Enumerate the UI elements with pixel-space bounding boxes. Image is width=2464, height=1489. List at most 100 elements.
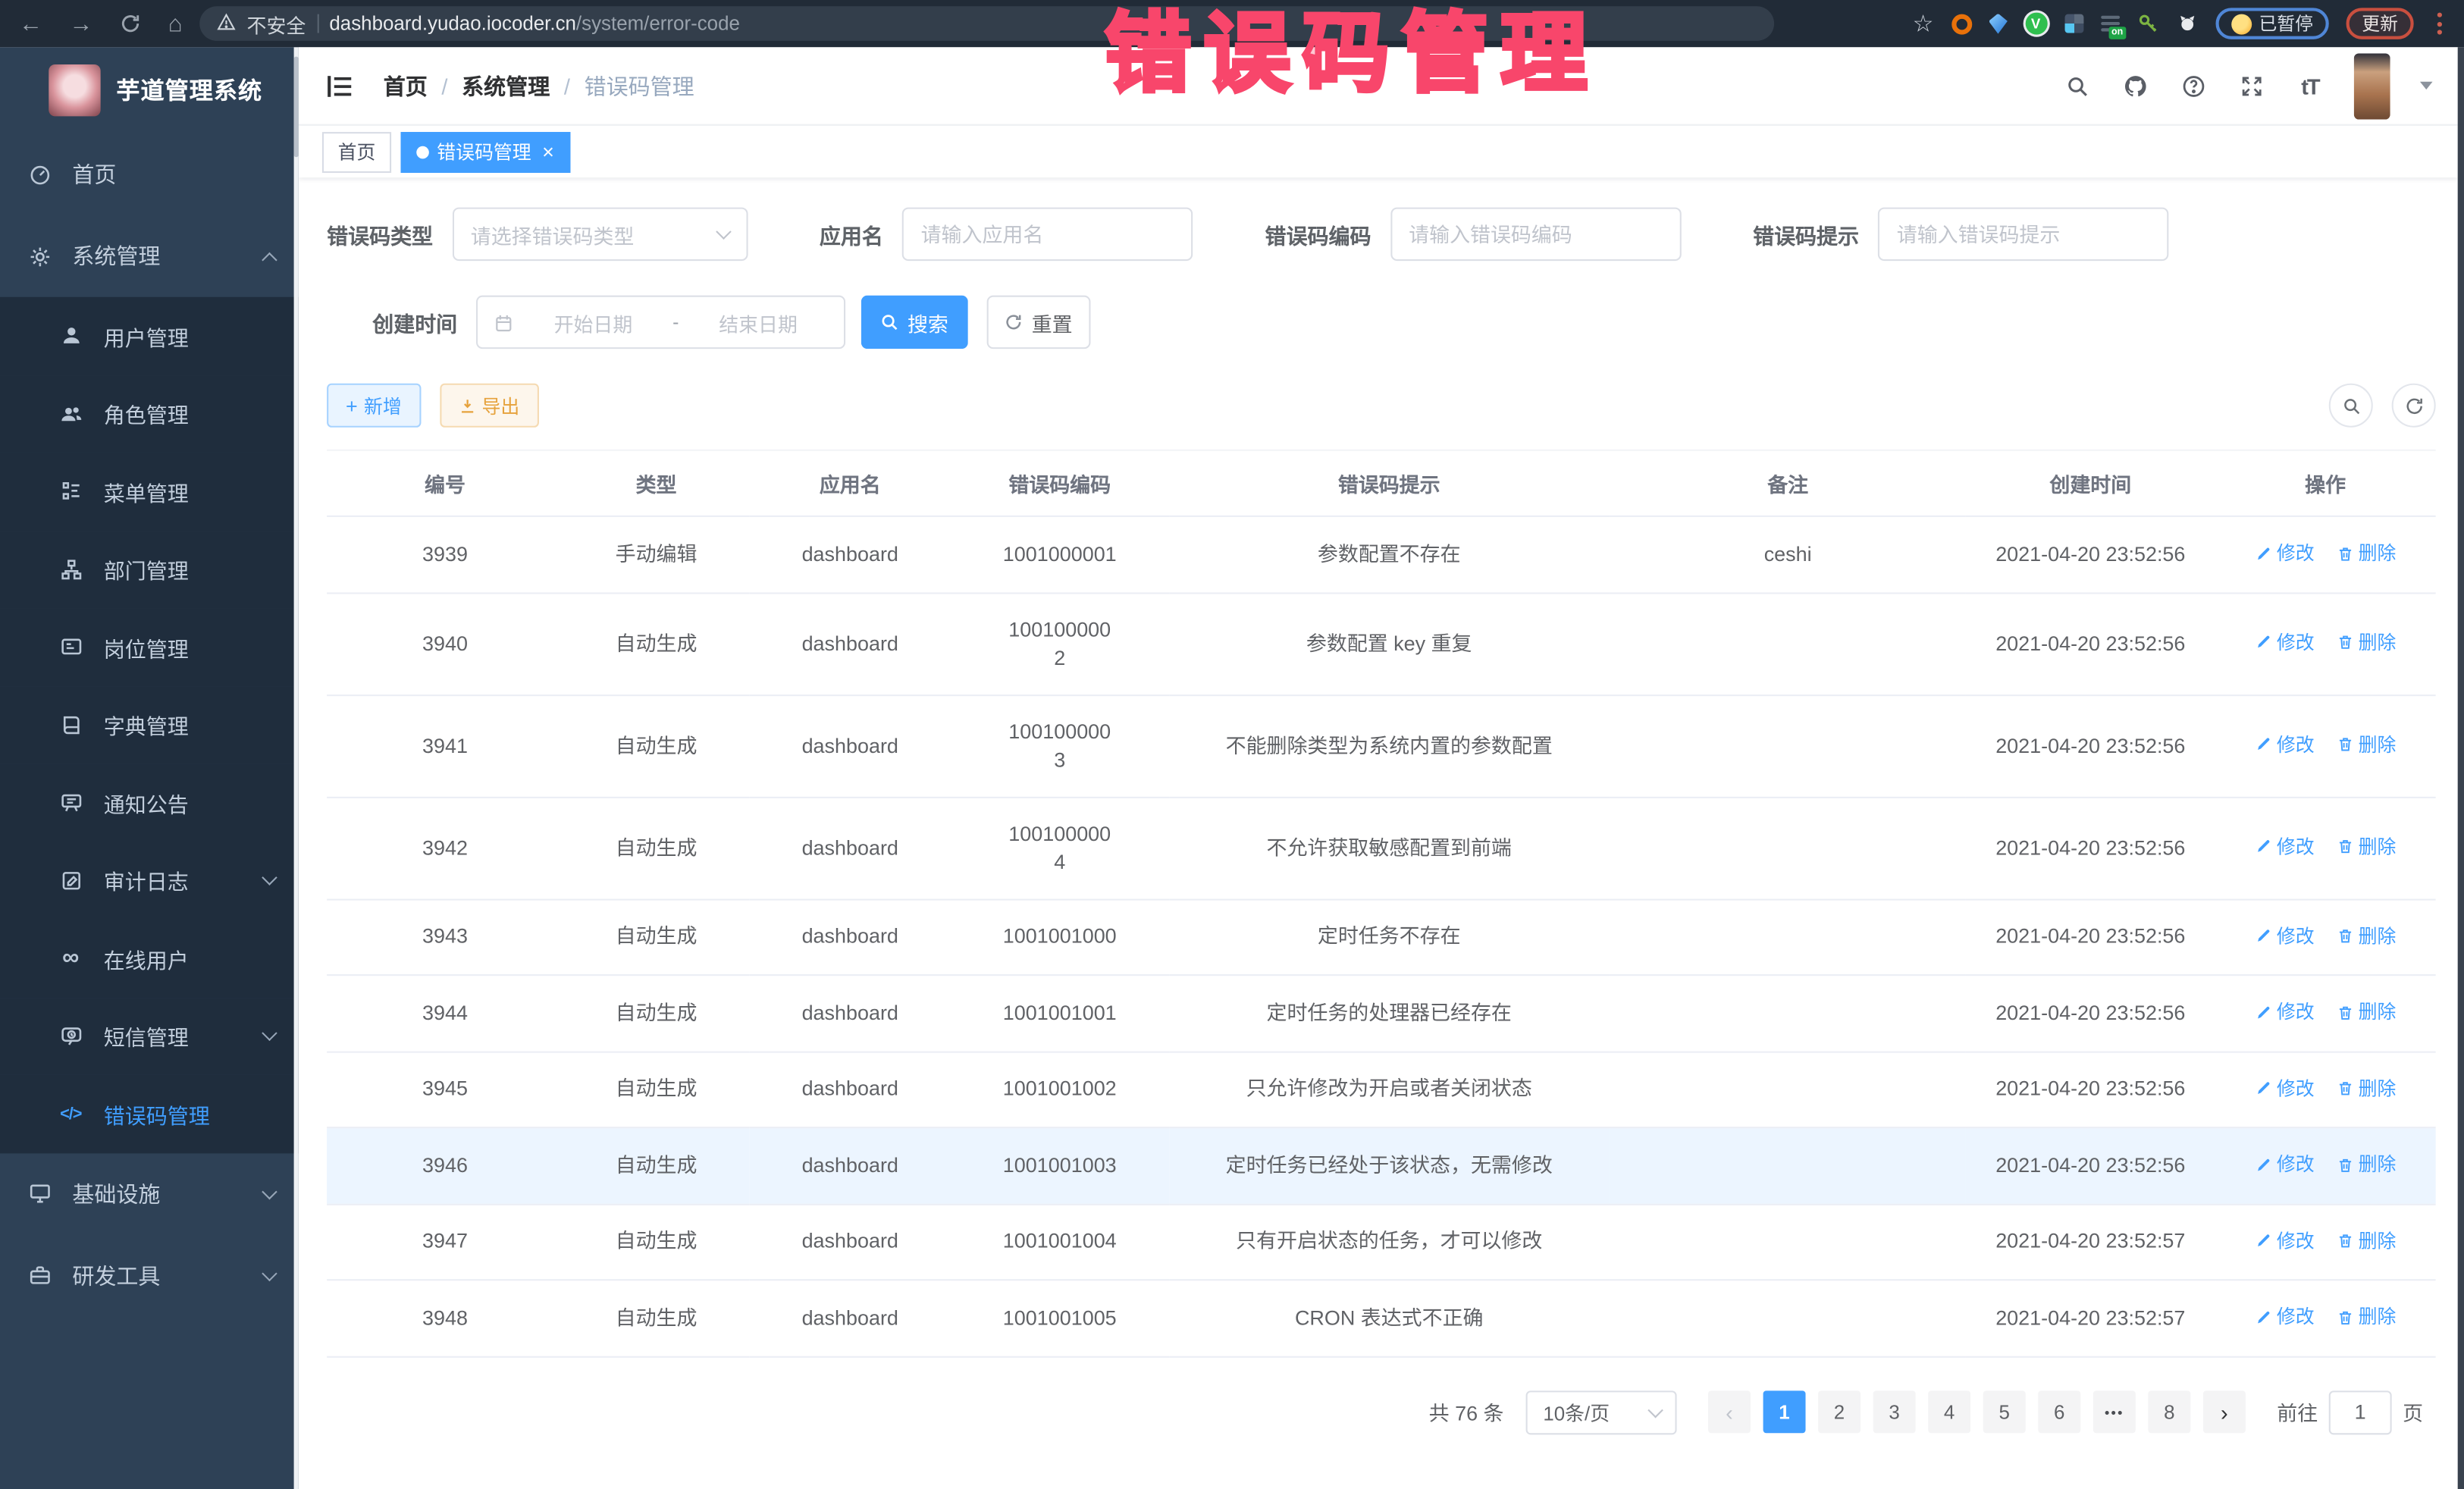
browser-menu-icon[interactable]: [2431, 13, 2448, 35]
edit-icon: [2255, 1232, 2272, 1249]
page-button-6[interactable]: 6: [2038, 1390, 2080, 1433]
address-bar[interactable]: 不安全 dashboard.yudao.iocoder.cn/system/er…: [199, 6, 1774, 41]
cell-actions: 修改删除: [2215, 899, 2436, 976]
delete-link[interactable]: 删除: [2337, 998, 2397, 1026]
page-button-3[interactable]: 3: [1873, 1390, 1916, 1433]
cell-actions: 修改删除: [2215, 1280, 2436, 1356]
menu-icon: [58, 479, 83, 504]
delete-link[interactable]: 删除: [2337, 832, 2397, 860]
profile-paused-badge[interactable]: 已暂停: [2215, 8, 2328, 39]
sidebar-item-audit-log[interactable]: 审计日志: [0, 842, 299, 920]
edit-link[interactable]: 修改: [2255, 922, 2315, 950]
delete-link[interactable]: 删除: [2337, 1227, 2397, 1255]
browser-extensions-area: ☆ V on 已暂停 更新: [1792, 8, 2448, 39]
app-name-input[interactable]: [921, 222, 1174, 246]
page-button-8[interactable]: 8: [2148, 1390, 2190, 1433]
error-hint-input[interactable]: [1897, 222, 2150, 246]
page-ellipsis[interactable]: •••: [2093, 1390, 2136, 1433]
sidebar-item-user[interactable]: 用户管理: [0, 297, 299, 375]
cell-app: dashboard: [749, 975, 951, 1052]
delete-link[interactable]: 删除: [2337, 730, 2397, 758]
breadcrumb-item[interactable]: 系统管理: [462, 70, 550, 101]
prev-page-button[interactable]: ‹: [1708, 1390, 1751, 1433]
delete-link[interactable]: 删除: [2337, 922, 2397, 950]
app-logo[interactable]: 芋道管理系统: [0, 47, 299, 133]
page-button-2[interactable]: 2: [1818, 1390, 1861, 1433]
edit-link[interactable]: 修改: [2255, 629, 2315, 657]
error-type-select[interactable]: 请选择错误码类型: [452, 208, 748, 261]
fullscreen-icon[interactable]: [2238, 71, 2266, 99]
sidebar-item-notice[interactable]: 通知公告: [0, 763, 299, 842]
edit-link[interactable]: 修改: [2255, 1150, 2315, 1178]
extension-orange-ring-icon[interactable]: [1951, 14, 1971, 34]
help-icon[interactable]: [2180, 71, 2208, 99]
sidebar-item-home[interactable]: 首页: [0, 133, 299, 215]
sidebar-item-dept[interactable]: 部门管理: [0, 531, 299, 609]
window-scrollbar[interactable]: [2458, 47, 2464, 1489]
sidebar-item-dev-tools[interactable]: 研发工具: [0, 1234, 299, 1316]
delete-link[interactable]: 删除: [2337, 1074, 2397, 1102]
page-button-5[interactable]: 5: [1983, 1390, 2026, 1433]
github-icon[interactable]: [2121, 71, 2149, 99]
delete-link[interactable]: 删除: [2337, 629, 2397, 657]
chrome-update-button[interactable]: 更新: [2346, 8, 2414, 39]
sidebar-item-error-code[interactable]: </>错误码管理: [0, 1075, 299, 1153]
cell-msg: 定时任务的处理器已经存在: [1168, 975, 1610, 1052]
delete-link[interactable]: 删除: [2337, 1302, 2397, 1331]
back-icon[interactable]: ←: [19, 12, 42, 36]
edit-link[interactable]: 修改: [2255, 832, 2315, 860]
sidebar-scrollbar[interactable]: [294, 47, 299, 1489]
home-icon[interactable]: ⌂: [168, 12, 183, 36]
edit-link[interactable]: 修改: [2255, 1074, 2315, 1102]
filter-error-code: 错误码编码: [1265, 208, 1681, 261]
show-search-icon[interactable]: [2329, 384, 2373, 428]
edit-link[interactable]: 修改: [2255, 730, 2315, 758]
reload-icon[interactable]: [120, 13, 142, 35]
date-range-picker[interactable]: 开始日期 - 结束日期: [476, 296, 845, 349]
sidebar-item-role[interactable]: 角色管理: [0, 375, 299, 453]
sidebar-item-post[interactable]: 岗位管理: [0, 608, 299, 686]
edit-link[interactable]: 修改: [2255, 998, 2315, 1026]
tab-home[interactable]: 首页: [322, 131, 391, 172]
extension-grid-icon[interactable]: [2064, 14, 2083, 33]
hamburger-icon[interactable]: [324, 70, 355, 101]
sidebar-item-system[interactable]: 系统管理: [0, 215, 299, 297]
extension-key-icon[interactable]: [2136, 13, 2158, 35]
edit-link[interactable]: 修改: [2255, 539, 2315, 567]
export-button[interactable]: 导出: [440, 384, 539, 428]
edit-link[interactable]: 修改: [2255, 1302, 2315, 1331]
search-button[interactable]: 搜索: [861, 296, 968, 349]
edit-link[interactable]: 修改: [2255, 1227, 2315, 1255]
page-button-4[interactable]: 4: [1928, 1390, 1970, 1433]
sidebar-item-dict[interactable]: 字典管理: [0, 686, 299, 764]
extension-blue-gem-icon[interactable]: [1989, 14, 2008, 34]
home-icon: [27, 161, 52, 187]
forward-icon[interactable]: →: [69, 12, 92, 36]
delete-link[interactable]: 删除: [2337, 539, 2397, 567]
error-code-input[interactable]: [1409, 222, 1662, 246]
sidebar-item-sms[interactable]: 短信管理: [0, 997, 299, 1075]
font-size-icon[interactable]: tT: [2296, 71, 2324, 99]
search-icon[interactable]: [2063, 71, 2091, 99]
sidebar-item-infra[interactable]: 基础设施: [0, 1152, 299, 1234]
breadcrumb-item[interactable]: 首页: [384, 70, 428, 101]
extension-list-on-icon[interactable]: on: [2100, 14, 2119, 33]
sidebar-item-online-user[interactable]: ∞在线用户: [0, 920, 299, 998]
tab-error-code[interactable]: 错误码管理 ×: [401, 131, 570, 172]
reset-button[interactable]: 重置: [987, 296, 1091, 349]
next-page-button[interactable]: ›: [2203, 1390, 2246, 1433]
add-button[interactable]: + 新增: [327, 384, 421, 428]
page-button-1[interactable]: 1: [1763, 1390, 1806, 1433]
goto-page-input[interactable]: [2329, 1390, 2392, 1434]
close-icon[interactable]: ×: [542, 142, 554, 162]
breadcrumb-separator: /: [441, 73, 447, 98]
user-avatar[interactable]: [2354, 52, 2390, 118]
extension-green-v-icon[interactable]: V: [2025, 13, 2047, 35]
user-menu-caret-icon[interactable]: [2420, 82, 2433, 89]
extension-puzzle-icon[interactable]: [2176, 13, 2198, 35]
page-size-select[interactable]: 10条/页: [1526, 1390, 1677, 1434]
sidebar-item-menu[interactable]: 菜单管理: [0, 453, 299, 531]
bookmark-star-icon[interactable]: ☆: [1913, 12, 1934, 36]
refresh-table-icon[interactable]: [2392, 384, 2436, 428]
delete-link[interactable]: 删除: [2337, 1150, 2397, 1178]
